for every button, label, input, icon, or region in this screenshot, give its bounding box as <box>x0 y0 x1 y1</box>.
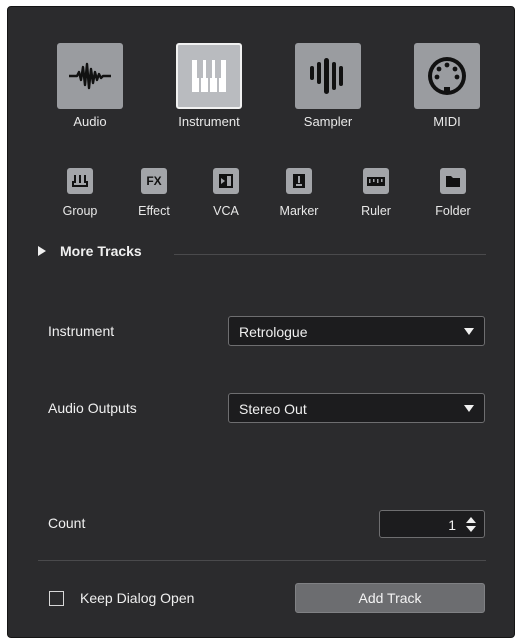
footer-divider <box>38 560 486 561</box>
more-tracks-label: More Tracks <box>60 243 142 259</box>
track-type-folder[interactable]: Folder <box>418 168 488 218</box>
chevron-down-icon <box>464 328 474 335</box>
track-type-label: MIDI <box>433 114 461 129</box>
piano-keys-icon <box>176 43 242 109</box>
track-type-instrument[interactable]: Instrument <box>159 43 259 129</box>
count-value: 1 <box>448 517 456 533</box>
track-type-ruler[interactable]: Ruler <box>341 168 411 218</box>
more-tracks-divider <box>174 254 486 255</box>
midi-connector-icon <box>414 43 480 109</box>
count-stepper[interactable] <box>466 517 476 532</box>
track-type-sampler[interactable]: Sampler <box>278 43 378 129</box>
track-type-label: VCA <box>213 204 239 218</box>
waveform-icon <box>57 43 123 109</box>
audio-outputs-label: Audio Outputs <box>48 400 137 416</box>
track-type-midi[interactable]: MIDI <box>397 43 497 129</box>
track-type-label: Group <box>62 204 98 218</box>
track-type-audio[interactable]: Audio <box>40 43 140 129</box>
track-type-vca[interactable]: VCA <box>191 168 261 218</box>
group-icon <box>67 168 93 194</box>
small-track-type-row: Group FX Effect VCA Marker Ruler Folder <box>8 168 514 228</box>
audio-outputs-value: Stereo Out <box>239 401 307 417</box>
track-type-label: Ruler <box>361 204 391 218</box>
fx-glyph: FX <box>146 174 162 188</box>
instrument-label: Instrument <box>48 323 115 339</box>
more-tracks-toggle[interactable]: More Tracks <box>38 243 142 259</box>
track-type-marker[interactable]: Marker <box>264 168 334 218</box>
add-track-panel: Audio Instrument Sampler MIDI Group FX E… <box>7 6 515 638</box>
folder-icon <box>440 168 466 194</box>
track-type-label: Marker <box>279 204 319 218</box>
track-type-row: Audio Instrument Sampler MIDI <box>8 43 514 143</box>
chevron-down-icon <box>464 405 474 412</box>
audio-outputs-select[interactable]: Stereo Out <box>228 393 485 423</box>
track-type-label: Audio <box>73 114 107 129</box>
add-track-button[interactable]: Add Track <box>295 583 485 613</box>
keep-dialog-open-label[interactable]: Keep Dialog Open <box>80 590 194 606</box>
count-input[interactable]: 1 <box>379 510 485 538</box>
keep-dialog-open-checkbox[interactable] <box>49 591 64 606</box>
count-label: Count <box>48 515 86 531</box>
track-type-label: Effect <box>138 204 170 218</box>
track-type-group[interactable]: Group <box>45 168 115 218</box>
marker-icon <box>286 168 312 194</box>
track-type-label: Folder <box>435 204 471 218</box>
vca-icon <box>213 168 239 194</box>
instrument-value: Retrologue <box>239 324 308 340</box>
stepper-down-icon[interactable] <box>466 526 476 532</box>
stepper-up-icon[interactable] <box>466 517 476 523</box>
expand-triangle-icon <box>38 246 46 256</box>
ruler-icon <box>363 168 389 194</box>
track-type-label: Instrument <box>178 114 240 129</box>
instrument-select[interactable]: Retrologue <box>228 316 485 346</box>
track-type-effect[interactable]: FX Effect <box>119 168 189 218</box>
track-type-label: Sampler <box>303 114 353 129</box>
fx-icon: FX <box>141 168 167 194</box>
sampler-bars-icon <box>295 43 361 109</box>
